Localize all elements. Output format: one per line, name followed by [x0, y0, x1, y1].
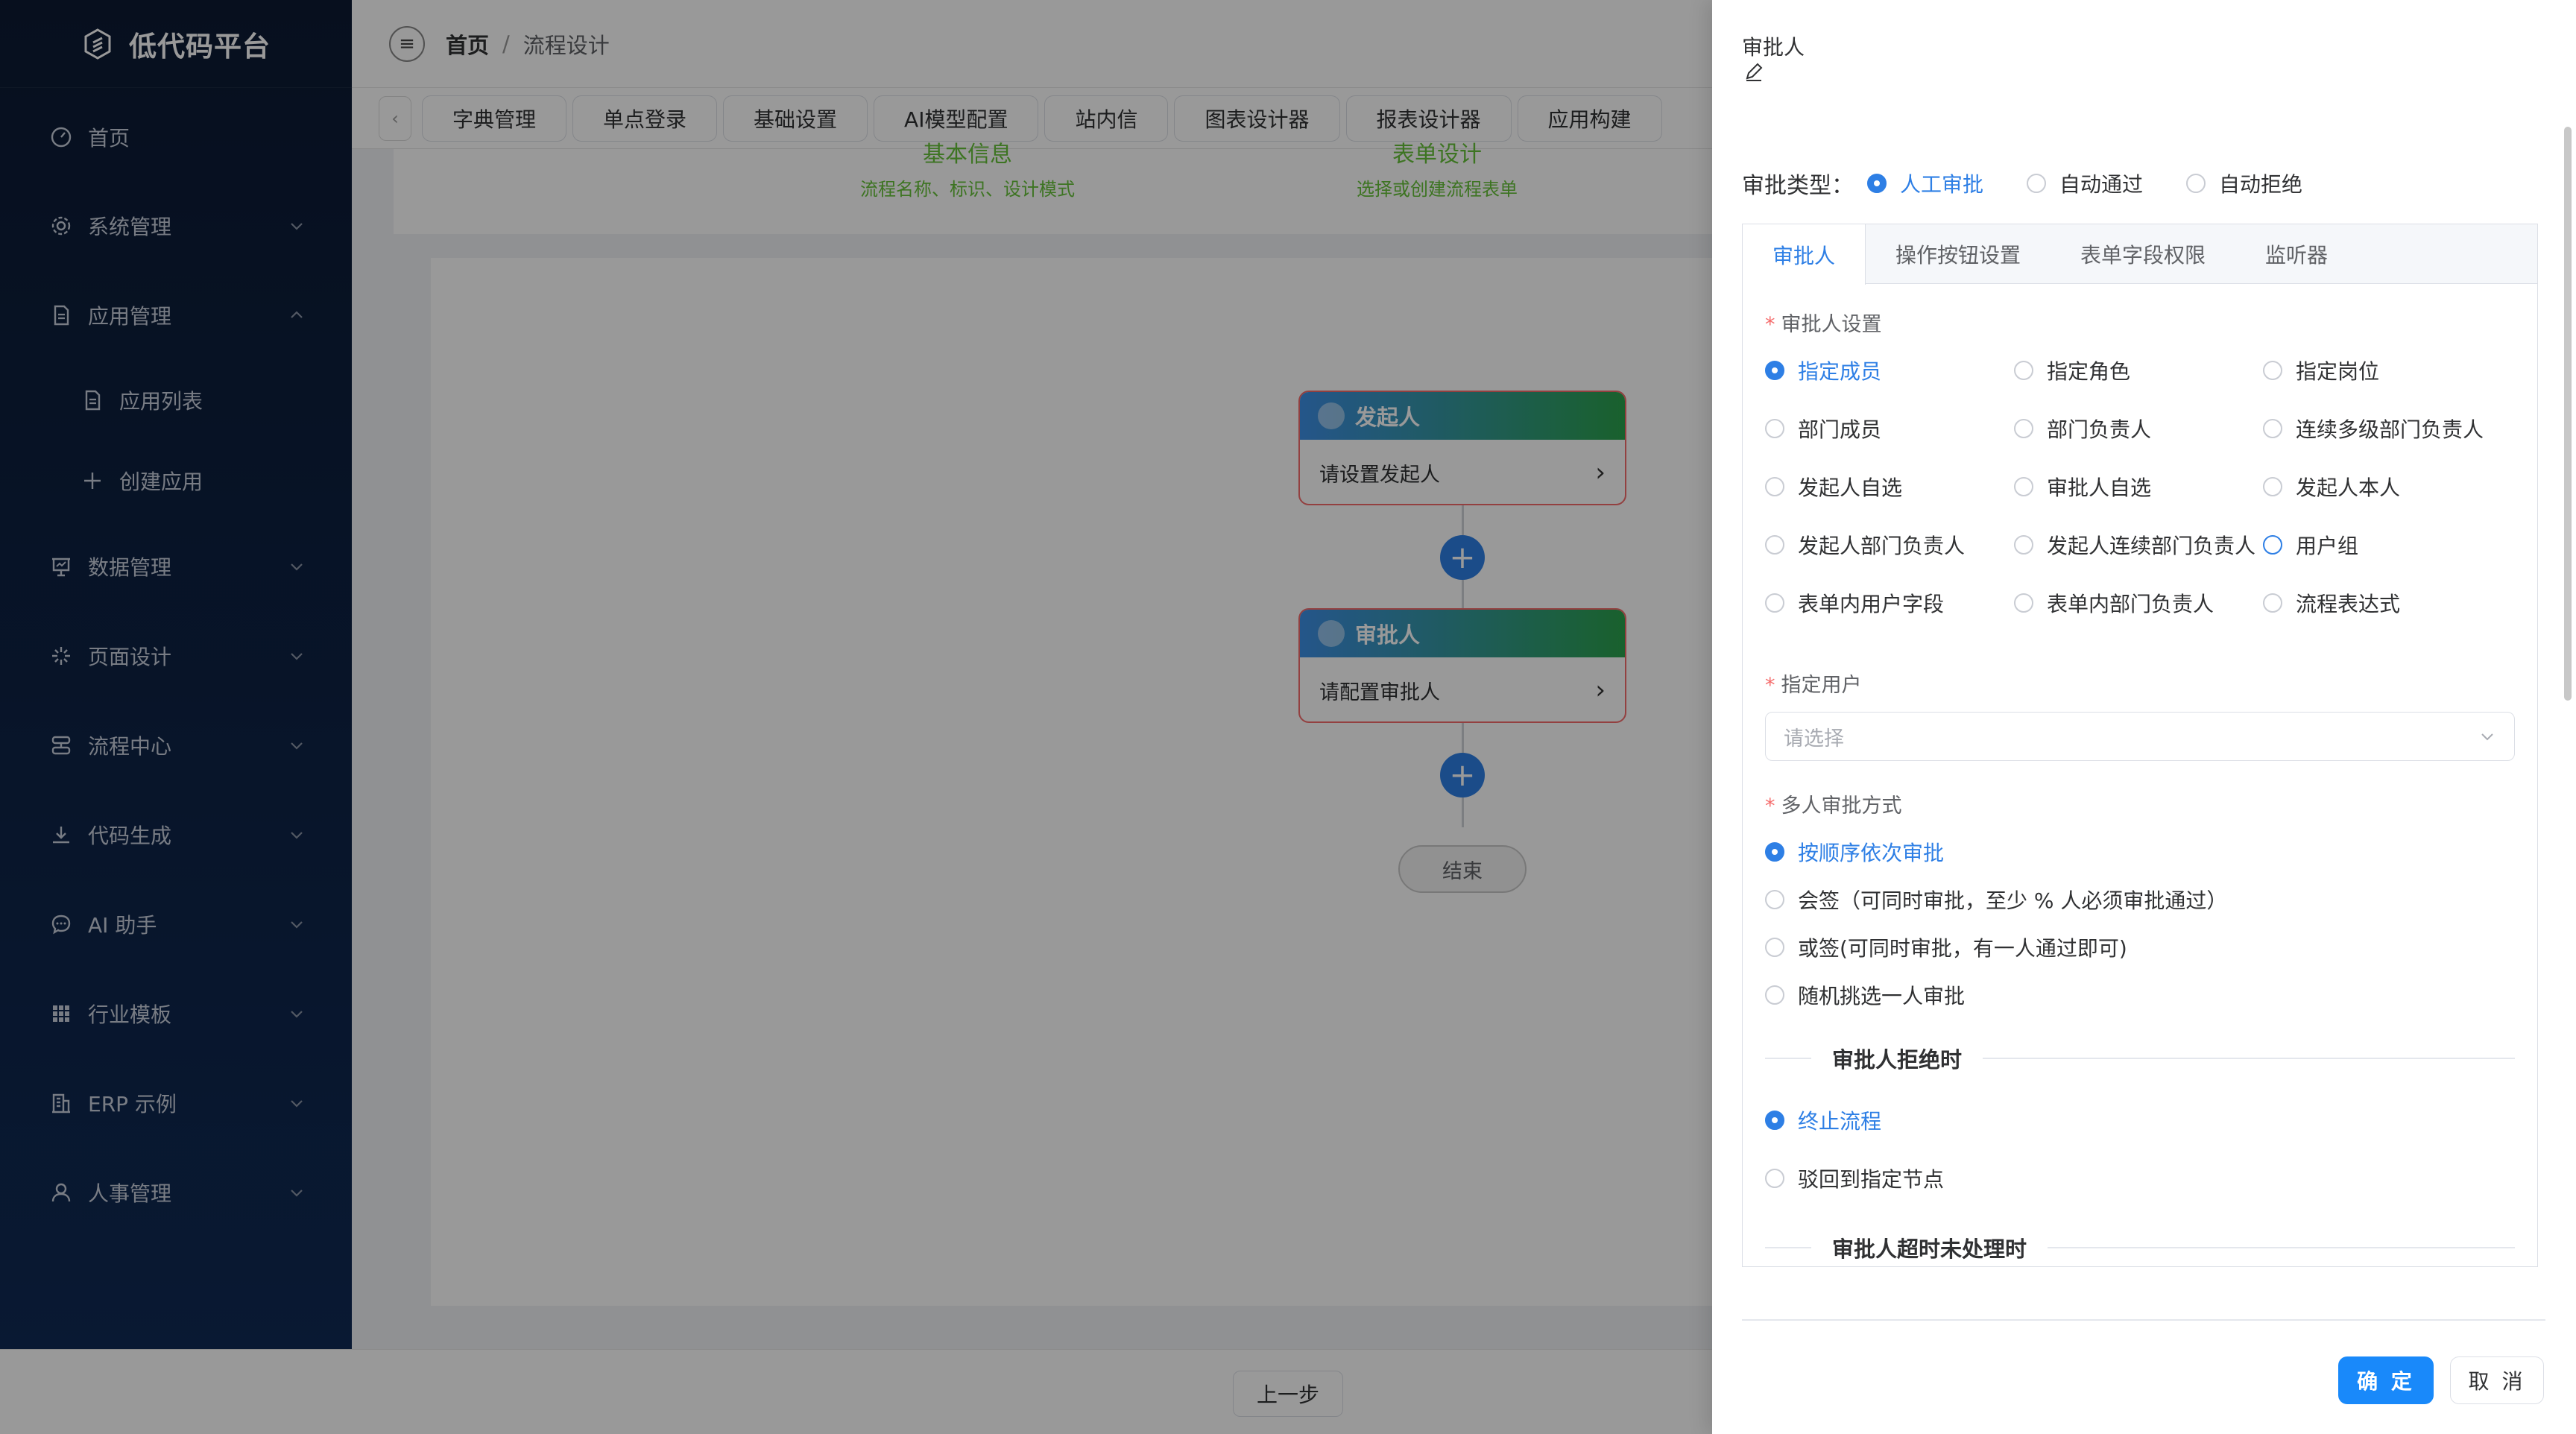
approver-setting-label: * 审批人设置: [1765, 313, 1882, 336]
approval-type: 审批类型： 人工审批 自动通过 自动拒绝: [1742, 165, 2302, 201]
multi-approve-label: * 多人审批方式: [1765, 795, 1902, 818]
tab-listeners[interactable]: 监听器: [2235, 224, 2358, 284]
approver-config-card: 审批人 操作按钮设置 表单字段权限 监听器 * 审批人设置 指定成员 指定角色 指…: [1742, 224, 2538, 1267]
config-tabs: 审批人 操作按钮设置 表单字段权限 监听器: [1743, 224, 2537, 285]
radio-specified-member[interactable]: 指定成员: [1765, 356, 1881, 385]
radio-return-to-node[interactable]: 驳回到指定节点: [1765, 1163, 1944, 1193]
radio-flow-expression[interactable]: 流程表达式: [2263, 588, 2400, 618]
radio-sequential[interactable]: 按顺序依次审批: [1765, 837, 1944, 867]
radio-user-group[interactable]: 用户组: [2263, 530, 2358, 560]
radio-countersign[interactable]: 会签（可同时审批，至少 % 人必须审批通过）: [1765, 885, 2227, 915]
tab-approver[interactable]: 审批人: [1743, 224, 1866, 285]
radio-auto-reject[interactable]: 自动拒绝: [2186, 168, 2302, 198]
footer-divider: [1742, 1319, 2545, 1321]
select-placeholder: 请选择: [1784, 727, 1844, 751]
cancel-button[interactable]: 取 消: [2450, 1356, 2544, 1404]
modal-overlay[interactable]: [0, 0, 1712, 1434]
confirm-button[interactable]: 确 定: [2338, 1356, 2434, 1404]
assign-user-select[interactable]: 请选择: [1765, 712, 2515, 761]
timeout-section-title: 审批人超时未处理时: [1811, 1232, 2048, 1263]
tab-button-settings[interactable]: 操作按钮设置: [1866, 224, 2051, 284]
radio-form-user-field[interactable]: 表单内用户字段: [1765, 588, 1944, 618]
radio-multi-dept-leader[interactable]: 连续多级部门负责人: [2263, 414, 2484, 443]
scrollbar[interactable]: [2564, 127, 2572, 701]
reject-section-title: 审批人拒绝时: [1811, 1043, 1983, 1074]
radio-starter-dept-leader[interactable]: 发起人部门负责人: [1765, 530, 1965, 560]
approver-drawer: 审批人 审批类型： 人工审批 自动通过 自动拒绝 审批人 操作按钮设置 表单字段…: [1712, 0, 2576, 1434]
radio-terminate-flow[interactable]: 终止流程: [1765, 1105, 1881, 1135]
radio-dept-member[interactable]: 部门成员: [1765, 414, 1881, 443]
radio-specified-post[interactable]: 指定岗位: [2263, 356, 2379, 385]
approval-type-label: 审批类型：: [1742, 173, 1854, 199]
radio-or-sign[interactable]: 或签(可同时审批，有一人通过即可): [1765, 932, 2127, 962]
tab-field-permissions[interactable]: 表单字段权限: [2051, 224, 2235, 284]
radio-starter-multi-dept-leader[interactable]: 发起人连续部门负责人: [2014, 530, 2255, 560]
radio-starter-select[interactable]: 发起人自选: [1765, 472, 1902, 502]
radio-manual-approval[interactable]: 人工审批: [1867, 168, 1983, 198]
radio-approver-select[interactable]: 审批人自选: [2014, 472, 2151, 502]
radio-specified-role[interactable]: 指定角色: [2014, 356, 2130, 385]
reject-divider: 审批人拒绝时: [1765, 1043, 2515, 1074]
edit-icon[interactable]: [1743, 61, 1764, 82]
chevron-down-icon: [2481, 733, 2493, 741]
timeout-divider: 审批人超时未处理时: [1765, 1232, 2515, 1263]
radio-form-dept-leader[interactable]: 表单内部门负责人: [2014, 588, 2214, 618]
assign-user-label: * 指定用户: [1765, 674, 1862, 697]
radio-random-one[interactable]: 随机挑选一人审批: [1765, 980, 1965, 1010]
radio-dept-leader[interactable]: 部门负责人: [2014, 414, 2151, 443]
radio-starter-self[interactable]: 发起人本人: [2263, 472, 2400, 502]
radio-auto-pass[interactable]: 自动通过: [2027, 168, 2143, 198]
drawer-title: 审批人: [1742, 35, 1805, 60]
